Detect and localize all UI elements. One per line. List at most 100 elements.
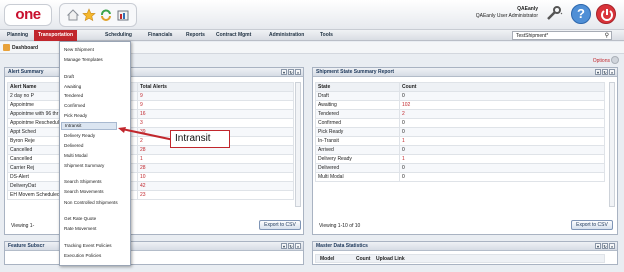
menu-item-delivered[interactable]: Delivered xyxy=(64,143,83,148)
alert-count-cell[interactable]: 42 xyxy=(137,181,294,191)
home-icon[interactable] xyxy=(66,8,80,22)
menu-item-draft[interactable]: Draft xyxy=(64,74,74,79)
table-row[interactable]: Confirmed 0 xyxy=(315,118,605,128)
alert-count-cell[interactable]: 1 xyxy=(137,154,294,164)
table-row[interactable]: Cancelled 28 xyxy=(7,145,294,155)
alert-table-scrollbar[interactable] xyxy=(295,82,301,207)
table-row[interactable]: 2 day no P9 xyxy=(7,91,294,101)
menu-item-search-movements[interactable]: Search Movements xyxy=(64,189,104,194)
col-model[interactable]: Model xyxy=(320,255,334,263)
menu-item-execution-policies[interactable]: Execution Policies xyxy=(64,253,101,258)
col-total-alerts[interactable]: Total Alerts xyxy=(137,82,294,92)
menu-item-confirmed[interactable]: Confirmed xyxy=(64,103,85,108)
nav-reports[interactable]: Reports xyxy=(182,30,209,41)
col-master-count[interactable]: Count xyxy=(356,255,370,263)
menu-item-shipment-summary[interactable]: Shipment Summary xyxy=(64,163,104,168)
alert-count-cell[interactable]: 23 xyxy=(137,190,294,200)
refresh-icon[interactable] xyxy=(99,8,113,22)
menu-item-multi-modal[interactable]: Multi Modal xyxy=(64,153,88,158)
nav-contract-mgmt[interactable]: Contract Mgmt xyxy=(212,30,255,41)
refresh-panel-icon[interactable]: ↻ xyxy=(602,243,608,249)
refresh-panel-icon[interactable]: ↻ xyxy=(288,69,294,75)
alert-count-cell[interactable]: 10 xyxy=(137,172,294,182)
refresh-panel-icon[interactable]: ↻ xyxy=(288,243,294,249)
nav-transportation[interactable]: Transportation xyxy=(34,30,78,41)
options-gear-icon[interactable] xyxy=(611,56,619,64)
search-icon[interactable]: ⚲ xyxy=(605,32,609,40)
menu-item-pick-ready[interactable]: Pick Ready xyxy=(64,113,87,118)
nav-scheduling[interactable]: Scheduling xyxy=(101,30,136,41)
table-row[interactable]: DeliveryDat 42 xyxy=(7,181,294,191)
refresh-panel-icon[interactable]: ↻ xyxy=(602,69,608,75)
table-row[interactable]: Arrived 0 xyxy=(315,145,605,155)
col-upload-link[interactable]: Upload Link xyxy=(376,255,405,263)
menu-item-awaiting[interactable]: Awaiting xyxy=(64,84,81,89)
table-row[interactable]: Delivered 0 xyxy=(315,163,605,173)
power-off-icon[interactable] xyxy=(596,4,616,24)
tools-icon[interactable] xyxy=(544,4,564,24)
close-icon[interactable]: × xyxy=(609,243,615,249)
table-row[interactable]: Appointme with 96 thr 16 xyxy=(7,109,294,119)
menu-item-rate-movement[interactable]: Rate Movement xyxy=(64,226,96,231)
menu-item-intransit[interactable]: Intransit xyxy=(61,122,117,130)
alert-count-cell[interactable]: 9 xyxy=(137,100,294,110)
table-row[interactable]: EH Movem Scheduled 23 xyxy=(7,190,294,200)
table-row[interactable]: Appointme 9 xyxy=(7,100,294,110)
count-cell[interactable]: 0 xyxy=(399,172,605,182)
nav-tools[interactable]: Tools xyxy=(316,30,337,41)
shipment-export-csv-button[interactable]: Export to CSV xyxy=(571,220,613,230)
minimize-icon[interactable]: ▾ xyxy=(595,69,601,75)
table-row[interactable]: Draft 0 xyxy=(315,91,605,101)
alert-count-cell[interactable]: 28 xyxy=(137,163,294,173)
alert-count-cell[interactable]: 16 xyxy=(137,109,294,119)
col-state[interactable]: State xyxy=(315,82,400,92)
alert-export-csv-button[interactable]: Export to CSV xyxy=(259,220,301,230)
count-cell[interactable]: 2 xyxy=(399,109,605,119)
global-search-input[interactable]: TestShipment* ⚲ xyxy=(512,31,612,40)
nav-planning[interactable]: Planning xyxy=(3,30,32,41)
dashboard-home-icon[interactable] xyxy=(3,44,10,51)
count-cell[interactable]: 0 xyxy=(399,118,605,128)
count-cell[interactable]: 0 xyxy=(399,163,605,173)
close-icon[interactable]: × xyxy=(295,69,301,75)
menu-item-delivery-ready[interactable]: Delivery Ready xyxy=(64,133,95,138)
favorites-star-icon[interactable] xyxy=(82,8,96,22)
table-row[interactable]: Cancelled 1 xyxy=(7,154,294,164)
menu-item-search-shipments[interactable]: Search Shipments xyxy=(64,179,102,184)
table-row[interactable]: Pick Ready 0 xyxy=(315,127,605,137)
minimize-icon[interactable]: ▾ xyxy=(281,69,287,75)
close-icon[interactable]: × xyxy=(295,243,301,249)
count-cell[interactable]: 1 xyxy=(399,154,605,164)
table-row[interactable]: Multi Modal 0 xyxy=(315,172,605,182)
minimize-icon[interactable]: ▾ xyxy=(281,243,287,249)
menu-item-non-controlled-shipments[interactable]: Non Controlled Shipments xyxy=(64,200,118,205)
shipment-table-scrollbar[interactable] xyxy=(609,82,615,207)
menu-item-tracking-event-policies[interactable]: Tracking Event Policies xyxy=(64,243,112,248)
menu-item-tendered[interactable]: Tendered xyxy=(64,93,83,98)
transportation-dropdown-menu: New Shipment Manage Templates Draft Awai… xyxy=(59,41,131,266)
minimize-icon[interactable]: ▾ xyxy=(595,243,601,249)
table-row[interactable]: Delivery Ready 1 xyxy=(315,154,605,164)
alert-count-cell[interactable]: 9 xyxy=(137,91,294,101)
count-cell[interactable]: 0 xyxy=(399,145,605,155)
count-cell[interactable]: 0 xyxy=(399,127,605,137)
nav-administration[interactable]: Administration xyxy=(265,30,308,41)
table-row[interactable]: DS-Alert 10 xyxy=(7,172,294,182)
table-row[interactable]: In-Transit 1 xyxy=(315,136,605,146)
close-icon[interactable]: × xyxy=(609,69,615,75)
options-link[interactable]: Options xyxy=(593,58,610,64)
menu-item-manage-templates[interactable]: Manage Templates xyxy=(64,57,103,62)
nav-financials[interactable]: Financials xyxy=(144,30,176,41)
col-count[interactable]: Count xyxy=(399,82,605,92)
table-row[interactable]: Carrier Rej 28 xyxy=(7,163,294,173)
count-cell[interactable]: 0 xyxy=(399,91,605,101)
report-icon[interactable] xyxy=(116,8,130,22)
menu-item-new-shipment[interactable]: New Shipment xyxy=(64,47,94,52)
one-logo[interactable]: one xyxy=(4,4,52,26)
table-row[interactable]: Awaiting 102 xyxy=(315,100,605,110)
count-cell[interactable]: 102 xyxy=(399,100,605,110)
help-icon[interactable]: ? xyxy=(571,4,591,24)
table-row[interactable]: Tendered 2 xyxy=(315,109,605,119)
count-cell[interactable]: 1 xyxy=(399,136,605,146)
menu-item-get-rate-quote[interactable]: Get Rate Quote xyxy=(64,216,96,221)
